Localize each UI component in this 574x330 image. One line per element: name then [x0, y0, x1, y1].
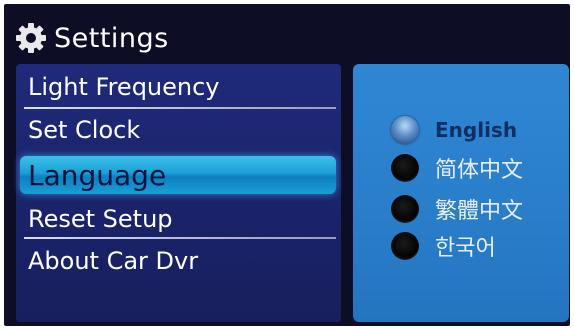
- language-option-english[interactable]: English: [391, 113, 517, 147]
- option-label: 繁體中文: [435, 199, 524, 224]
- radio-unselected-icon[interactable]: [391, 154, 419, 182]
- language-option-simplified-chinese[interactable]: 简体中文: [391, 151, 523, 185]
- menu-divider: [24, 107, 336, 109]
- menu-item-set-clock[interactable]: Set Clock: [20, 111, 336, 149]
- option-label: 简体中文: [435, 158, 524, 183]
- radio-unselected-icon[interactable]: [391, 195, 419, 223]
- option-label: 한국어: [435, 236, 496, 261]
- menu-item-about-car-dvr[interactable]: About Car Dvr: [20, 242, 336, 280]
- menu-item-light-frequency[interactable]: Light Frequency: [20, 68, 336, 106]
- menu-item-reset-setup[interactable]: Reset Setup: [20, 200, 336, 238]
- option-label: English: [435, 118, 518, 142]
- radio-selected-icon[interactable]: [391, 116, 419, 144]
- menu-divider: [24, 237, 336, 239]
- settings-screen: Settings Light Frequency Set Clock Langu…: [4, 4, 570, 326]
- radio-unselected-icon[interactable]: [391, 232, 419, 260]
- gear-icon: [14, 21, 48, 55]
- menu-item-language[interactable]: Language: [20, 156, 336, 194]
- title-bar: Settings: [14, 18, 314, 58]
- settings-menu: Light Frequency Set Clock Language Reset…: [16, 64, 341, 322]
- language-option-korean[interactable]: 한국어: [391, 229, 496, 263]
- language-option-traditional-chinese[interactable]: 繁體中文: [391, 192, 523, 226]
- language-options-panel: English 简体中文 繁體中文 한국어: [353, 64, 569, 322]
- page-title: Settings: [54, 22, 169, 54]
